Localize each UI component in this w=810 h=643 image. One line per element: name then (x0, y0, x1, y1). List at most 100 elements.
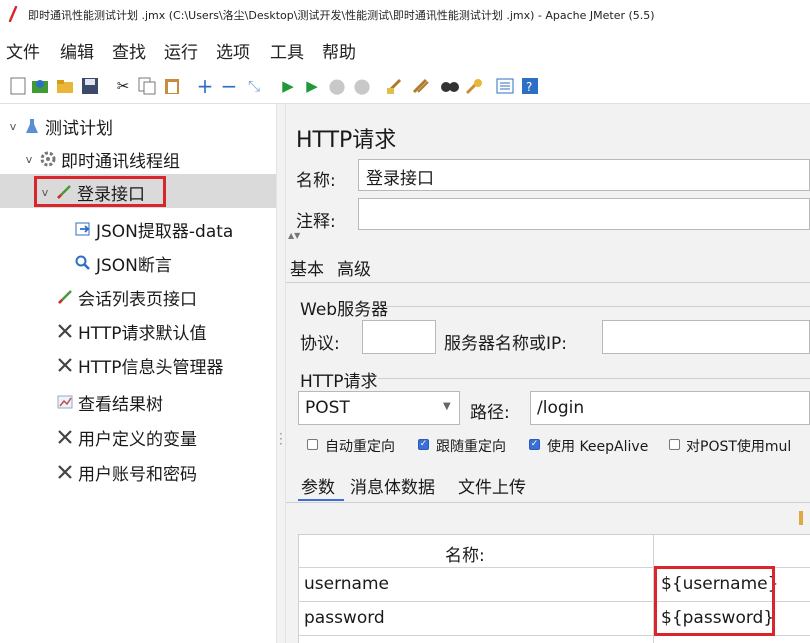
tree-item-label: 查看结果树 (78, 394, 163, 415)
function-helper-icon[interactable] (495, 76, 515, 96)
splitter-grip-icon: · · · (279, 427, 283, 451)
config-icon (56, 322, 74, 340)
protocol-field[interactable] (362, 320, 436, 354)
tree-item-label: HTTP信息头管理器 (78, 357, 224, 378)
chevron-down-icon[interactable]: ▼ (443, 401, 451, 412)
tab-divider (286, 282, 810, 283)
cut-icon[interactable]: ✂ (113, 76, 133, 96)
templates-icon[interactable] (30, 76, 50, 96)
open-icon[interactable] (55, 76, 75, 96)
menu-search[interactable]: 查找 (112, 38, 146, 63)
expand-icon[interactable]: + (195, 76, 215, 96)
auto-redirect-checkbox[interactable] (307, 439, 318, 450)
column-header-name: 名称: (445, 546, 485, 566)
menu-bar: 文件 编辑 查找 运行 选项 工具 帮助 (0, 32, 810, 68)
tree-item-json-extractor[interactable]: JSON提取器-data (74, 213, 233, 245)
menu-edit[interactable]: 编辑 (60, 38, 94, 63)
auto-redirect-label: 自动重定向 (325, 439, 395, 455)
name-label: 名称: (296, 171, 336, 191)
path-label: 路径: (470, 403, 510, 423)
paste-icon[interactable] (162, 76, 182, 96)
menu-help[interactable]: 帮助 (322, 38, 356, 63)
config-icon (56, 463, 74, 481)
protocol-label: 协议: (300, 334, 340, 354)
collapse-arrows-icon[interactable]: ▲▼ (288, 232, 300, 240)
chevron-down-icon[interactable]: v (6, 120, 20, 133)
tab-basic[interactable]: 基本 (290, 255, 324, 280)
tree-item-label: HTTP请求默认值 (78, 323, 207, 344)
tab-parameters[interactable]: 参数 (301, 473, 335, 498)
chevron-down-icon[interactable]: v (22, 153, 36, 166)
tree-item-results-tree[interactable]: 查看结果树 (56, 386, 163, 418)
tree-item-thread-group[interactable]: v 即时通讯线程组 (22, 143, 180, 175)
jmeter-feather-icon (8, 6, 18, 22)
keepalive-checkbox[interactable]: ✓ (529, 439, 540, 450)
active-tab-underline (298, 499, 344, 501)
start-icon[interactable]: ▶ (278, 76, 298, 96)
config-icon (56, 428, 74, 446)
assertion-icon (74, 254, 92, 272)
http-request-group-title: HTTP请求 (300, 372, 378, 392)
menu-run[interactable]: 运行 (164, 38, 198, 63)
subtab-divider (286, 502, 810, 503)
tree-item-test-plan[interactable]: v 测试计划 (6, 110, 113, 142)
method-value: POST (305, 398, 350, 418)
keepalive-label: 使用 KeepAlive (547, 439, 649, 455)
new-icon[interactable] (8, 76, 28, 96)
clear-all-icon[interactable] (410, 76, 430, 96)
menu-tools[interactable]: 工具 (270, 38, 304, 63)
panel-heading: HTTP请求 (296, 128, 397, 153)
shutdown-icon[interactable]: ⬤ (352, 76, 372, 96)
follow-redirect-checkbox[interactable]: ✓ (418, 439, 429, 450)
comment-field[interactable] (358, 198, 810, 230)
tree-item-header-manager[interactable]: HTTP信息头管理器 (56, 349, 224, 381)
stop-icon[interactable]: ⬤ (327, 76, 347, 96)
multipart-label: 对POST使用mul (686, 439, 792, 455)
config-icon (56, 356, 74, 374)
highlight-box-values (654, 566, 775, 636)
tree-item-session-list-sampler[interactable]: 会话列表页接口 (56, 281, 197, 313)
toolbar: ✂ + − ⤡ ▶ ▶ ⬤ ⬤ ? (0, 70, 810, 104)
path-value: /login (537, 398, 585, 418)
tree-item-user-credentials[interactable]: 用户账号和密码 (56, 456, 197, 488)
name-field-value: 登录接口 (366, 169, 434, 189)
scroll-marker-icon (799, 511, 803, 525)
tree-item-label: JSON断言 (96, 255, 172, 276)
tab-advanced[interactable]: 高级 (337, 255, 371, 280)
tab-body-data[interactable]: 消息体数据 (350, 473, 435, 498)
save-icon[interactable] (80, 76, 100, 96)
tree-item-label: 测试计划 (45, 118, 113, 139)
start-no-pause-icon[interactable]: ▶ (302, 76, 322, 96)
clear-icon[interactable] (384, 76, 404, 96)
group-border (386, 306, 810, 307)
tree-item-user-variables[interactable]: 用户定义的变量 (56, 421, 197, 453)
toggle-icon[interactable]: ⤡ (244, 76, 264, 96)
param-name-cell[interactable]: username (304, 574, 389, 594)
tree-item-label: 用户账号和密码 (78, 464, 197, 485)
tree-item-label: 即时通讯线程组 (61, 151, 180, 172)
group-border (378, 378, 810, 379)
help-icon[interactable]: ? (520, 76, 540, 96)
search-icon[interactable] (440, 76, 460, 96)
reset-search-icon[interactable] (464, 76, 484, 96)
tree-item-label: 会话列表页接口 (78, 289, 197, 310)
menu-options[interactable]: 选项 (216, 38, 250, 63)
panel-splitter[interactable] (276, 104, 286, 643)
tree-item-json-assertion[interactable]: JSON断言 (74, 247, 172, 279)
menu-file[interactable]: 文件 (6, 38, 40, 63)
multipart-checkbox[interactable] (669, 439, 680, 450)
test-plan-icon (23, 117, 41, 135)
sampler-icon (56, 288, 74, 306)
web-server-group-title: Web服务器 (300, 300, 389, 320)
tab-file-upload[interactable]: 文件上传 (458, 473, 526, 498)
thread-group-icon (39, 150, 57, 168)
tree-item-label: JSON提取器-data (96, 221, 234, 242)
tree-item-label: 用户定义的变量 (78, 429, 197, 450)
server-field[interactable] (602, 320, 810, 354)
copy-icon[interactable] (137, 76, 157, 96)
tree-item-http-defaults[interactable]: HTTP请求默认值 (56, 315, 207, 347)
collapse-icon[interactable]: − (219, 76, 239, 96)
follow-redirect-label: 跟随重定向 (436, 439, 506, 455)
param-name-cell[interactable]: password (304, 608, 385, 628)
comment-label: 注释: (296, 212, 336, 232)
